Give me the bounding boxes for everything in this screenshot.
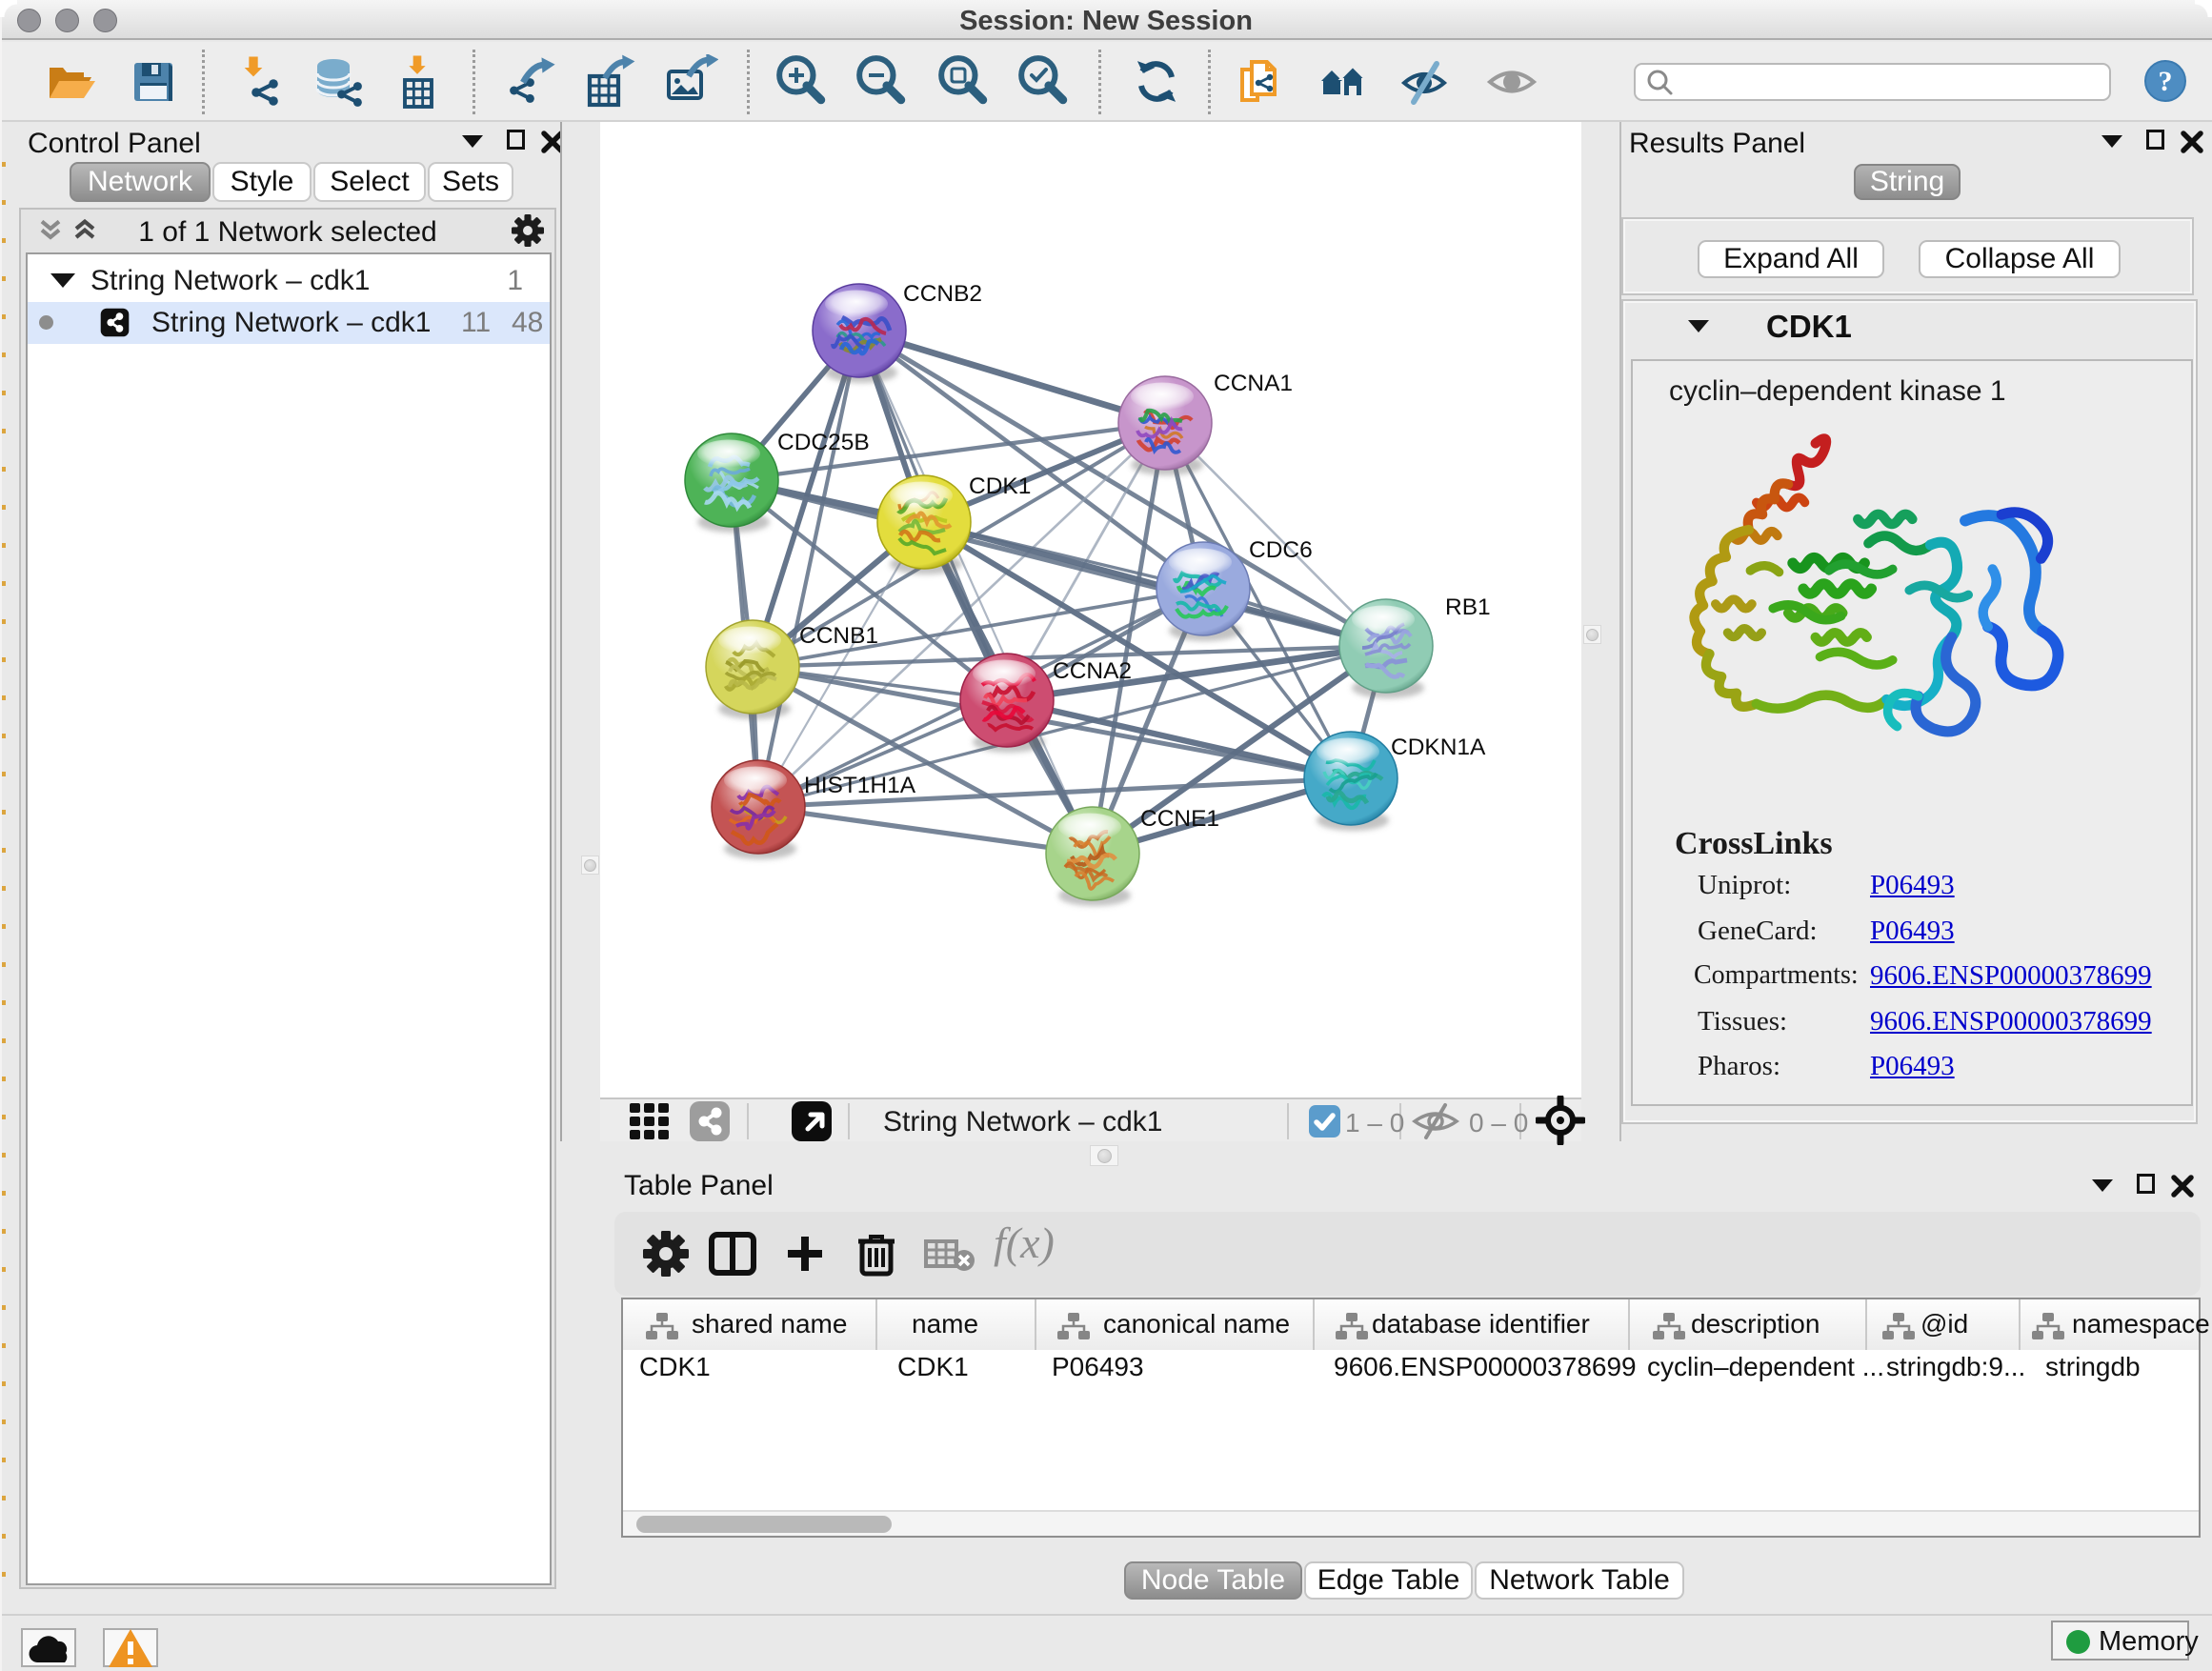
svg-text:CDC6: CDC6 bbox=[1249, 537, 1313, 563]
svg-text:CCNB1: CCNB1 bbox=[799, 623, 878, 649]
svg-text:CDC25B: CDC25B bbox=[777, 430, 870, 455]
svg-text:CCNE1: CCNE1 bbox=[1140, 806, 1219, 832]
svg-text:CCNA2: CCNA2 bbox=[1053, 658, 1132, 684]
svg-text:CDK1: CDK1 bbox=[969, 473, 1031, 499]
svg-text:CDKN1A: CDKN1A bbox=[1391, 735, 1486, 760]
svg-text:HIST1H1A: HIST1H1A bbox=[804, 773, 916, 798]
svg-text:?: ? bbox=[2159, 66, 2173, 97]
svg-text:RB1: RB1 bbox=[1445, 594, 1491, 620]
svg-text:CCNA1: CCNA1 bbox=[1214, 371, 1293, 396]
svg-text:CCNB2: CCNB2 bbox=[903, 281, 982, 307]
